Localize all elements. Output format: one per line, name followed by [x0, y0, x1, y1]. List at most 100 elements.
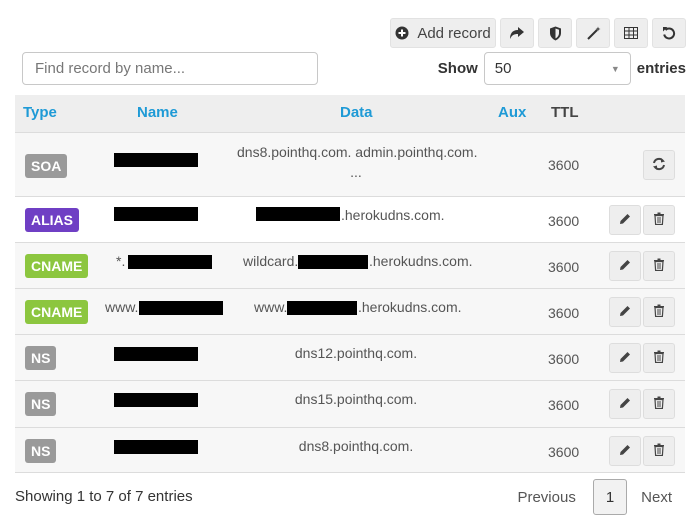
delete-button[interactable] [643, 251, 675, 281]
record-data-line1: dns8.pointhq.com. admin.pointhq.com. [237, 144, 478, 160]
shield-icon [549, 26, 562, 41]
table-row: NS dns8.pointhq.com. 3600 [15, 427, 685, 473]
header-name[interactable]: Name [137, 104, 178, 121]
redacted-name [114, 393, 198, 407]
redacted-name [114, 207, 198, 221]
table-row: NS dns12.pointhq.com. 3600 [15, 334, 685, 380]
delete-button[interactable] [643, 205, 675, 235]
delete-button[interactable] [643, 297, 675, 327]
header-ttl[interactable]: TTL [551, 104, 579, 121]
pencil-icon [619, 396, 631, 412]
pencil-icon [619, 304, 631, 320]
trash-icon [653, 258, 665, 274]
pencil-icon [619, 212, 631, 228]
record-data: dns8.pointhq.com. [298, 438, 414, 454]
page-length-value: 50 [494, 60, 512, 77]
record-data-suffix: .herokudns.com. [358, 299, 462, 315]
pagination: Previous 1 Next [503, 479, 686, 515]
edit-button[interactable] [609, 251, 641, 281]
table-row: CNAME *. wildcard. .herokudns.com. 3600 [15, 242, 685, 288]
record-data-line2: ... [350, 164, 362, 180]
table-view-button[interactable] [614, 18, 648, 48]
share-icon [509, 26, 525, 40]
pencil-icon [619, 443, 631, 459]
show-label: Show [437, 60, 478, 77]
record-toolbar: Add record [390, 18, 686, 48]
refresh-button[interactable] [643, 150, 675, 180]
record-type-badge: NS [25, 346, 57, 370]
add-record-label: Add record [417, 24, 491, 42]
record-data-prefix: wildcard. [243, 253, 299, 269]
table-icon [624, 27, 638, 39]
header-type[interactable]: Type [23, 104, 57, 121]
page-length-control: Show 50 ▼ entries [438, 52, 686, 85]
trash-icon [653, 304, 665, 320]
record-name-prefix: *. [116, 253, 126, 269]
delete-button[interactable] [643, 436, 675, 466]
share-button[interactable] [500, 18, 534, 48]
header-data[interactable]: Data [340, 104, 373, 121]
table-header: Type Name Data Aux TTL [15, 95, 685, 132]
record-type-badge: ALIAS [25, 208, 79, 232]
refresh-icon [652, 157, 666, 174]
edit-button[interactable] [609, 389, 641, 419]
table-row: ALIAS .herokudns.com. 3600 [15, 196, 685, 242]
record-data: dns15.pointhq.com. [294, 391, 418, 407]
trash-icon [653, 350, 665, 366]
record-data-prefix: www. [254, 299, 288, 315]
redacted-name [114, 153, 198, 167]
next-page-link[interactable]: Next [627, 479, 686, 515]
header-aux[interactable]: Aux [498, 104, 526, 121]
current-page-button[interactable]: 1 [592, 479, 628, 515]
redacted-name [128, 255, 212, 269]
redacted-data [256, 207, 340, 221]
record-ttl: 3600 [548, 397, 580, 413]
trash-icon [653, 396, 665, 412]
record-data-suffix: .herokudns.com. [369, 253, 473, 269]
redacted-data [298, 255, 368, 269]
entries-label: entries [636, 60, 686, 77]
table-row: CNAME www. www. .herokudns.com. 3600 [15, 288, 685, 334]
redacted-name [139, 301, 223, 315]
record-ttl: 3600 [548, 351, 580, 367]
record-ttl: 3600 [548, 305, 580, 321]
search-input[interactable] [22, 52, 318, 85]
edit-button[interactable] [609, 343, 641, 373]
pencil-icon [619, 350, 631, 366]
record-type-badge: CNAME [25, 300, 89, 324]
record-type-badge: NS [25, 439, 57, 463]
delete-button[interactable] [643, 389, 675, 419]
pencil-icon [619, 258, 631, 274]
table-row: NS dns15.pointhq.com. 3600 [15, 380, 685, 427]
add-record-button[interactable]: Add record [390, 18, 496, 48]
edit-button[interactable] [609, 297, 641, 327]
trash-icon [653, 212, 665, 228]
edit-button[interactable] [609, 436, 641, 466]
magic-wand-button[interactable] [576, 18, 610, 48]
caret-down-icon: ▼ [610, 63, 620, 74]
shield-button[interactable] [538, 18, 572, 48]
edit-button[interactable] [609, 205, 641, 235]
entries-info: Showing 1 to 7 of 7 entries [15, 488, 193, 505]
record-type-badge: CNAME [25, 254, 89, 278]
record-ttl: 3600 [548, 444, 580, 460]
redacted-name [114, 347, 198, 361]
undo-icon [662, 26, 676, 40]
redacted-name [114, 440, 198, 454]
undo-button[interactable] [652, 18, 686, 48]
record-data: dns12.pointhq.com. [294, 345, 418, 361]
record-type-badge: SOA [25, 154, 68, 178]
record-data-suffix: .herokudns.com. [341, 207, 445, 223]
redacted-data [287, 301, 357, 315]
table-row: SOA dns8.pointhq.com. admin.pointhq.com.… [15, 132, 685, 196]
previous-page-link[interactable]: Previous [503, 479, 592, 515]
record-ttl: 3600 [548, 157, 580, 173]
plus-circle-icon [395, 26, 409, 40]
records-table: Type Name Data Aux TTL SOA dns8.pointhq.… [15, 95, 685, 473]
record-type-badge: NS [25, 392, 57, 416]
magic-wand-icon [586, 26, 601, 41]
page-length-select[interactable]: 50 ▼ [483, 52, 631, 85]
record-ttl: 3600 [548, 259, 580, 275]
delete-button[interactable] [643, 343, 675, 373]
trash-icon [653, 443, 665, 459]
